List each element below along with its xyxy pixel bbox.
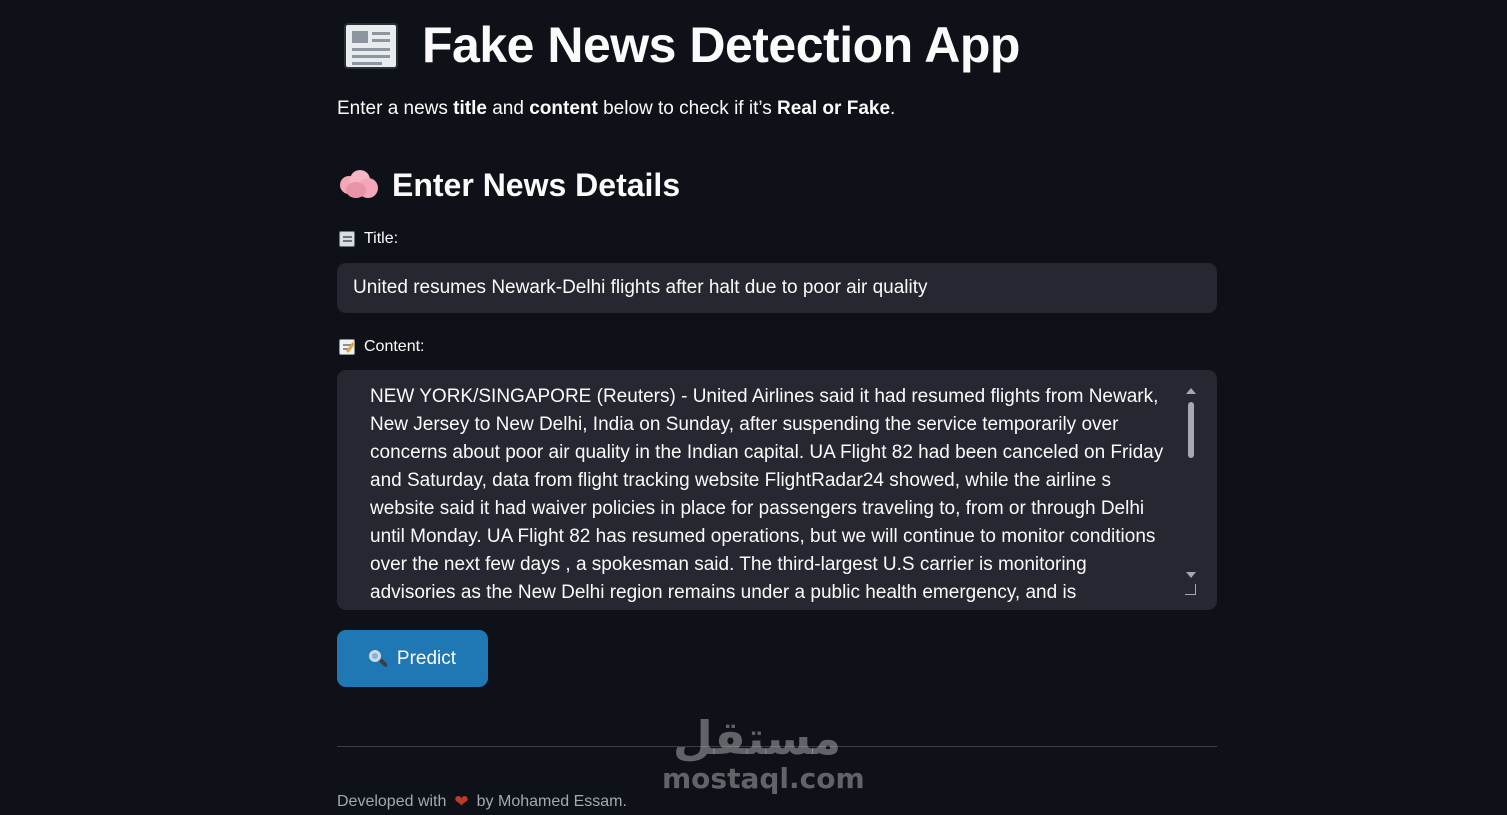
footer: Developed with ❤ by Mohamed Essam. — [337, 792, 627, 811]
resize-handle-icon[interactable] — [1185, 584, 1196, 595]
scrollbar-thumb[interactable] — [1188, 402, 1194, 458]
page-title: Fake News Detection App — [422, 17, 1020, 73]
title-input-value: United resumes Newark-Delhi flights afte… — [353, 277, 928, 298]
scroll-down-arrow-icon[interactable] — [1186, 572, 1196, 578]
brain-icon — [340, 170, 378, 200]
intro-text: Enter a news title and content below to … — [337, 98, 896, 119]
memo-icon — [339, 339, 355, 355]
heart-icon: ❤ — [454, 792, 469, 811]
content-textarea-value: NEW YORK/SINGAPORE (Reuters) - United Ai… — [370, 386, 1164, 603]
watermark-logo: مستقل mostaql.com — [662, 712, 865, 795]
title-label: Title: — [339, 230, 398, 248]
scroll-up-arrow-icon[interactable] — [1186, 388, 1196, 394]
title-input[interactable]: United resumes Newark-Delhi flights afte… — [337, 263, 1217, 313]
section-title: Enter News Details — [392, 166, 681, 203]
newspaper-icon — [342, 19, 400, 71]
section-heading: Enter News Details — [340, 162, 680, 208]
predict-button-label: Predict — [396, 647, 457, 669]
predict-button[interactable]: Predict — [337, 630, 488, 687]
content-label: Content: — [339, 338, 424, 356]
app-title: Fake News Detection App — [342, 10, 1020, 80]
content-textarea[interactable]: NEW YORK/SINGAPORE (Reuters) - United Ai… — [337, 370, 1217, 610]
magnifier-icon — [368, 649, 389, 668]
newspaper-icon — [339, 231, 355, 247]
